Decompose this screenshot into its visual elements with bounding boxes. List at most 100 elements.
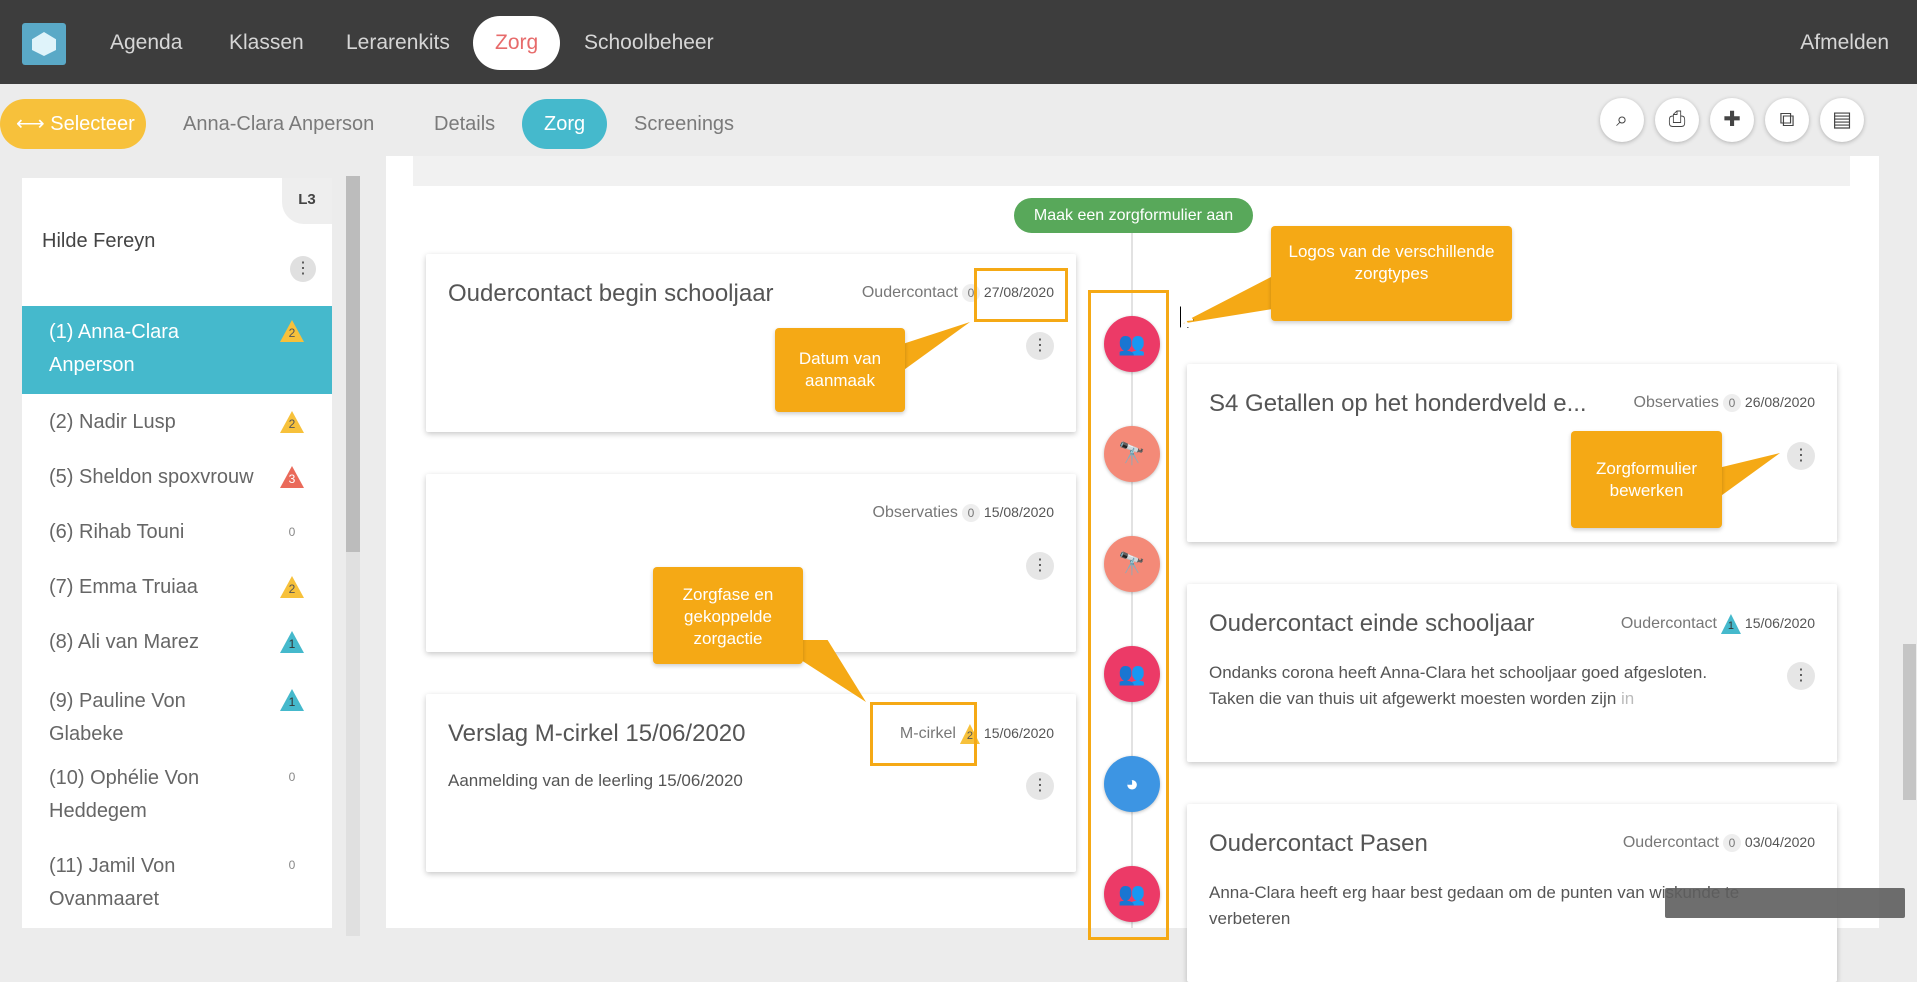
select-label: Selecteer <box>50 113 135 135</box>
more-vertical-icon[interactable]: ⋮ <box>290 256 316 282</box>
phase-badge: 0 <box>1722 834 1741 852</box>
student-list-item[interactable]: (1) Anna-Clara Anperson 2 <box>22 306 332 394</box>
swap-arrows-icon: ⟷ <box>16 113 45 135</box>
student-name: (10) Ophélie Von Heddegem <box>49 767 200 822</box>
nav-lerarenkits[interactable]: Lerarenkits <box>324 16 472 70</box>
date-callout: Datum van aanmaak <box>775 328 905 412</box>
student-list-item[interactable]: (7) Emma Truiaa 2 <box>22 565 332 609</box>
card-title: Verslag M-cirkel 15/06/2020 <box>448 720 746 747</box>
select-student-button[interactable]: ⟷ Selecteer <box>0 99 146 149</box>
phase-highlight-box <box>870 702 977 766</box>
student-name: (8) Ali van Marez <box>49 631 200 653</box>
student-list-item[interactable]: (11) Jamil Von Ovanmaaret 0 <box>22 840 332 914</box>
sidebar-scrollbar-thumb[interactable] <box>346 176 360 552</box>
care-card[interactable]: Oudercontact einde schooljaar Ouderconta… <box>1187 584 1837 762</box>
card-type: Oudercontact <box>861 284 958 301</box>
edit-callout: Zorgformulier bewerken <box>1571 431 1722 528</box>
card-meta: Observaties 0 26/08/2020 <box>1634 394 1815 412</box>
nav-schoolbeheer[interactable]: Schoolbeheer <box>562 16 736 70</box>
student-list-item[interactable]: (6) Rihab Touni 0 <box>22 510 332 554</box>
card-title: S4 Getallen op het honderdveld e... <box>1209 390 1587 417</box>
student-name: (7) Emma Truiaa <box>49 576 198 598</box>
student-name: (1) Anna-Clara Anperson <box>49 321 180 376</box>
care-phase-badge: 0 <box>288 525 296 539</box>
student-name: (9) Pauline Von Glabeke <box>49 690 186 745</box>
file-plus-icon[interactable]: ✚ <box>1710 98 1754 142</box>
card-meta: Oudercontact 1 15/06/2020 <box>1621 614 1815 634</box>
sub-navigation-bar: ⟷ Selecteer Anna-Clara Anperson Details … <box>0 84 1917 156</box>
student-list-item[interactable]: (5) Sheldon spoxvrouw 3 <box>22 455 332 499</box>
card-date: 15/06/2020 <box>1744 615 1815 632</box>
care-card[interactable]: Verslag M-cirkel 15/06/2020 M-cirkel 2 15/… <box>426 694 1076 872</box>
logos-callout: Logos van de verschillende zorgtypes <box>1271 226 1512 321</box>
clipboard-icon[interactable]: ▤ <box>1820 98 1864 142</box>
date-highlight-box <box>974 268 1068 322</box>
phase-badge: 0 <box>961 504 980 522</box>
care-phase-badge: 0 <box>288 770 296 784</box>
card-body-line: verbeteren <box>1209 909 1291 928</box>
card-date: 15/06/2020 <box>983 725 1054 742</box>
card-body: Anna-Clara heeft erg haar best gedaan om… <box>1209 880 1739 932</box>
nav-agenda[interactable]: Agenda <box>88 16 204 70</box>
student-name: (5) Sheldon spoxvrouw <box>49 466 254 488</box>
card-body-line: Anna-Clara heeft erg haar best gedaan om… <box>1209 883 1740 902</box>
card-date: 03/04/2020 <box>1744 834 1815 850</box>
student-name: (6) Rihab Touni <box>49 521 185 543</box>
more-vertical-icon[interactable]: ⋮ <box>1787 442 1815 470</box>
card-type: Oudercontact <box>1622 834 1719 851</box>
care-card[interactable]: S4 Getallen op het honderdveld e... Obse… <box>1187 364 1837 542</box>
student-name-tab[interactable]: Anna-Clara Anperson <box>183 99 374 149</box>
student-sidebar: L3 Hilde Fereyn ⋮ (1) Anna-Clara Anperso… <box>22 178 332 928</box>
card-type: Observaties <box>872 504 958 521</box>
page-scrollbar-thumb[interactable] <box>1903 644 1916 800</box>
top-navigation-bar: Agenda Klassen Lerarenkits Zorg Schoolbe… <box>0 0 1917 84</box>
student-name: (2) Nadir Lusp <box>49 411 176 433</box>
card-meta: Observaties 0 15/08/2020 <box>873 504 1054 522</box>
more-vertical-icon[interactable]: ⋮ <box>1026 552 1054 580</box>
care-phase-badge: 0 <box>288 858 296 872</box>
blurred-overlay <box>1665 888 1905 918</box>
care-phase-badge: 2 <box>280 320 304 342</box>
logos-highlight-box <box>1088 290 1169 940</box>
app-logo[interactable] <box>22 23 66 65</box>
nav-klassen[interactable]: Klassen <box>207 16 326 70</box>
card-title: Oudercontact Pasen <box>1209 830 1428 857</box>
student-list-item[interactable]: (9) Pauline Von Glabeke 1 <box>22 675 332 745</box>
copy-plus-icon[interactable]: ⧉ <box>1765 98 1809 142</box>
card-body-line: Ondanks corona heeft Anna-Clara het scho… <box>1209 663 1708 682</box>
create-care-form-button[interactable]: Maak een zorgformulier aan <box>1014 198 1253 233</box>
logout-link[interactable]: Afmelden <box>1800 16 1889 70</box>
care-phase-badge: 1 <box>280 689 304 711</box>
card-date: 15/08/2020 <box>983 504 1054 520</box>
nav-zorg[interactable]: Zorg <box>473 16 561 70</box>
phase-badge: 0 <box>1722 394 1741 412</box>
more-vertical-icon[interactable]: ⋮ <box>1787 662 1815 690</box>
timeline-header-strip <box>413 156 1850 186</box>
card-type: Observaties <box>1633 394 1719 411</box>
phase-callout: Zorgfase en gekoppelde zorgactie <box>653 567 803 664</box>
tab-details[interactable]: Details <box>434 99 495 149</box>
print-icon[interactable]: ⎙ <box>1655 98 1699 142</box>
tab-screenings[interactable]: Screenings <box>634 99 734 149</box>
student-list-item[interactable]: (10) Ophélie Von Heddegem 0 <box>22 752 332 826</box>
card-body-fade: in <box>1616 689 1635 708</box>
page-scrollbar[interactable] <box>1902 156 1917 928</box>
card-meta: Oudercontact 0 03/04/2020 <box>1623 834 1815 852</box>
search-icon[interactable]: ⌕ <box>1600 98 1644 142</box>
phase-badge: 1 <box>1720 614 1741 634</box>
card-body: Aanmelding van de leerling 15/06/2020 <box>448 771 743 790</box>
student-list-item[interactable]: (8) Ali van Marez 1 <box>22 620 332 664</box>
student-name: (11) Jamil Von Ovanmaaret <box>49 855 176 910</box>
card-body-text: Taken die van thuis uit afgewerkt moeste… <box>1209 689 1617 708</box>
more-vertical-icon[interactable]: ⋮ <box>1026 772 1054 800</box>
card-body-line: Taken die van thuis uit afgewerkt moeste… <box>1209 686 1707 712</box>
teacher-name: Hilde Fereyn <box>42 230 156 252</box>
student-list-item[interactable]: (2) Nadir Lusp 2 <box>22 400 332 444</box>
card-title: Oudercontact begin schooljaar <box>448 280 774 307</box>
card-date: 26/08/2020 <box>1744 394 1815 410</box>
tab-zorg[interactable]: Zorg <box>522 99 608 149</box>
class-level-badge: L3 <box>282 178 332 224</box>
more-vertical-icon[interactable]: ⋮ <box>1026 332 1054 360</box>
card-body: Ondanks corona heeft Anna-Clara het scho… <box>1209 660 1707 712</box>
card-title: Oudercontact einde schooljaar <box>1209 610 1535 637</box>
